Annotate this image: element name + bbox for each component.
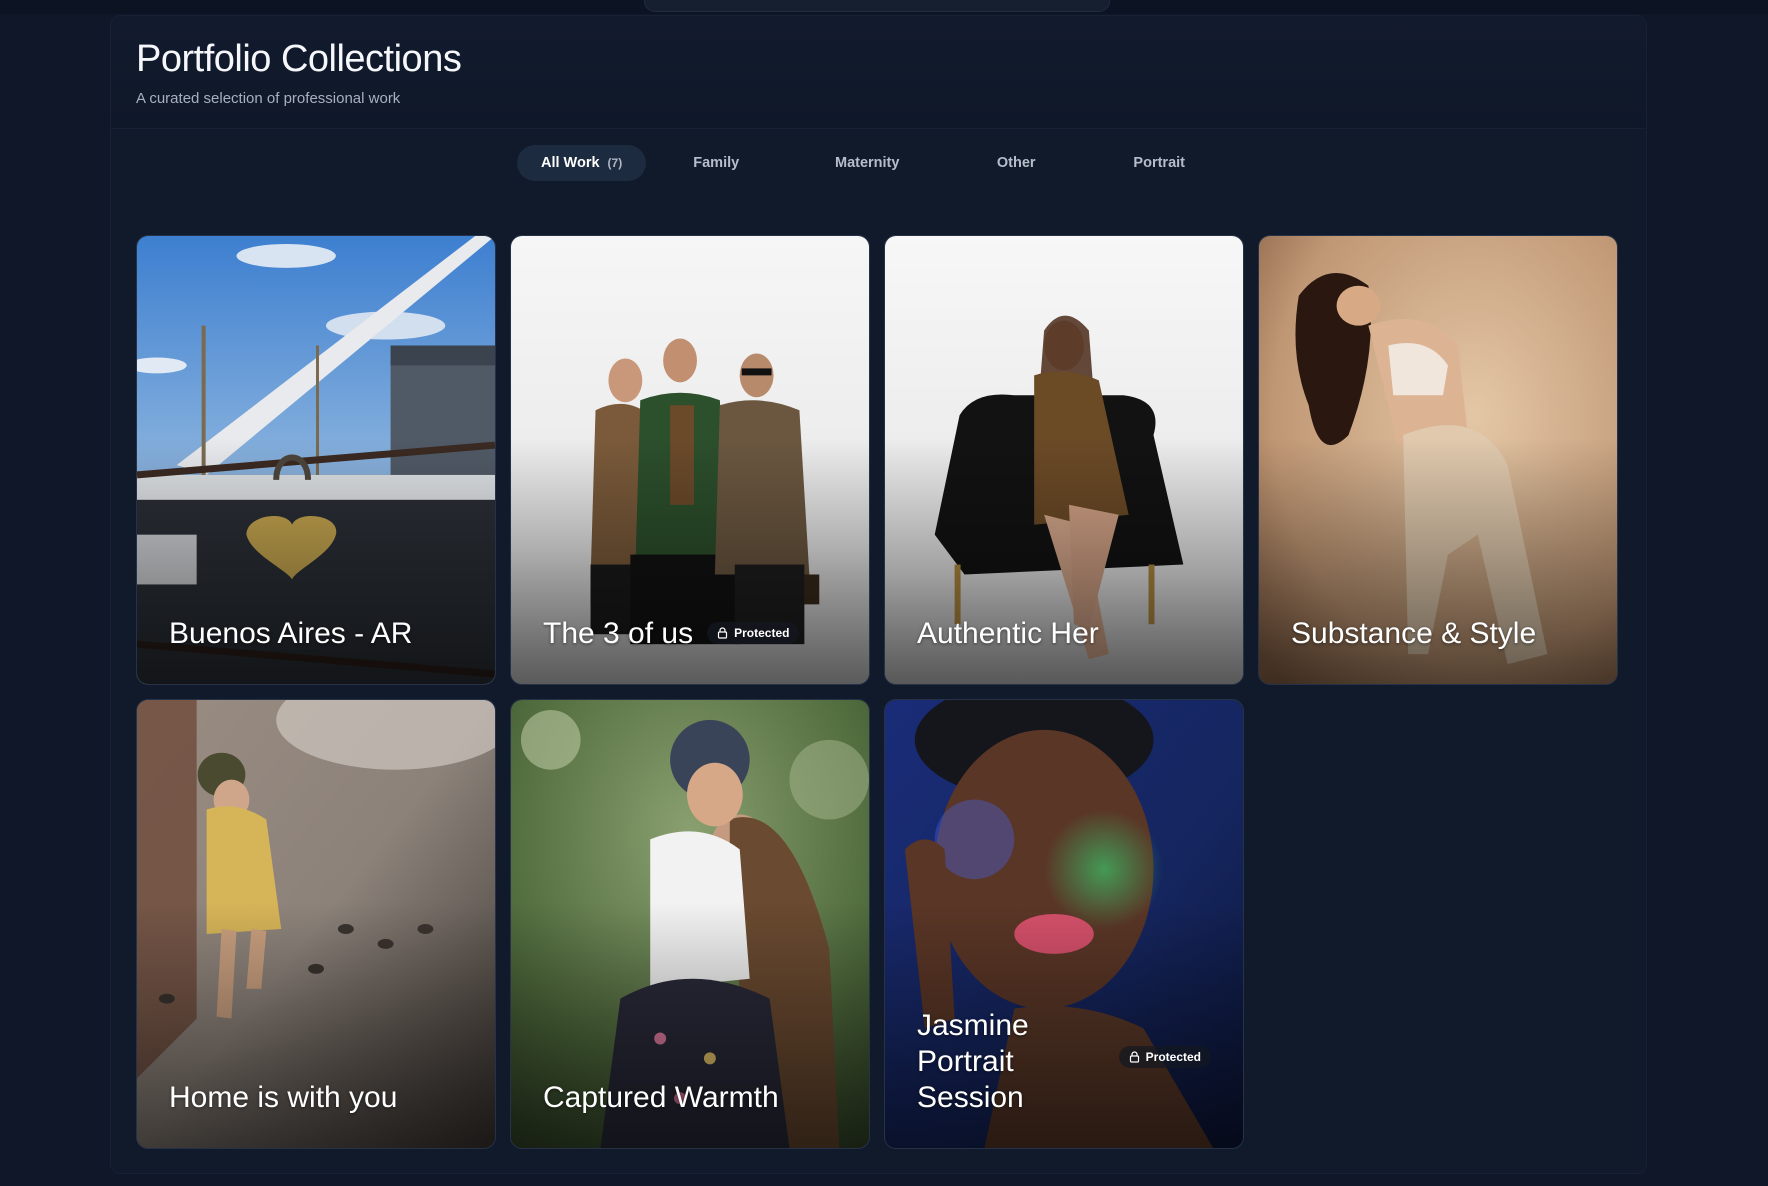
portfolio-panel: Portfolio Collections A curated selectio… — [110, 15, 1647, 1174]
card-label: Buenos Aires - AR — [169, 616, 475, 652]
card-label: Jasmine Portrait Session — [917, 1008, 1047, 1116]
card-label: The 3 of us Protected — [543, 616, 849, 652]
protected-label: Protected — [734, 626, 790, 640]
collection-card-the-3-of-us[interactable]: The 3 of us Protected — [510, 235, 870, 685]
page-title: Portfolio Collections — [136, 38, 462, 80]
collection-card-authentic-her[interactable]: Authentic Her — [884, 235, 1244, 685]
top-bar — [0, 0, 1768, 14]
collection-card-substance-style[interactable]: Substance & Style — [1258, 235, 1618, 685]
collection-title: Captured Warmth — [543, 1081, 779, 1114]
tab-count: (7) — [607, 156, 623, 170]
protected-label: Protected — [1145, 1050, 1201, 1064]
lock-icon — [717, 627, 728, 639]
collection-title: The 3 of us — [543, 617, 694, 650]
collection-title: Substance & Style — [1291, 617, 1537, 650]
lock-icon — [1129, 1051, 1139, 1063]
collection-card-buenos-aires[interactable]: Buenos Aires - AR — [136, 235, 496, 685]
tab-portrait[interactable]: Portrait — [1084, 145, 1234, 181]
tab-all-work[interactable]: All Work (7) — [517, 145, 647, 181]
collection-title: Authentic Her — [917, 617, 1099, 650]
tab-other[interactable]: Other — [948, 145, 1084, 181]
collection-title: Jasmine Portrait Session — [917, 1009, 1029, 1114]
card-label: Home is with you — [169, 1080, 475, 1116]
protected-badge: Protected — [1118, 1046, 1211, 1068]
top-search-pill[interactable] — [644, 0, 1110, 12]
header: Portfolio Collections A curated selectio… — [111, 16, 1646, 129]
protected-badge: Protected — [707, 622, 800, 644]
collection-card-captured-warmth[interactable]: Captured Warmth — [510, 699, 870, 1149]
page-subtitle: A curated selection of professional work — [136, 90, 401, 107]
collection-card-jasmine-portrait-session[interactable]: Jasmine Portrait Session Protected — [884, 699, 1244, 1149]
collection-card-home-is-with-you[interactable]: Home is with you — [136, 699, 496, 1149]
filter-tabs: All Work (7) Family Maternity Other Port… — [517, 145, 1234, 181]
tab-family[interactable]: Family — [646, 145, 786, 181]
tab-label: All Work — [541, 155, 600, 171]
tab-maternity[interactable]: Maternity — [786, 145, 948, 181]
card-label: Substance & Style — [1291, 616, 1597, 652]
card-label: Captured Warmth — [543, 1080, 849, 1116]
collection-title: Home is with you — [169, 1081, 398, 1114]
card-label: Authentic Her — [917, 616, 1223, 652]
collection-title: Buenos Aires - AR — [169, 617, 413, 650]
